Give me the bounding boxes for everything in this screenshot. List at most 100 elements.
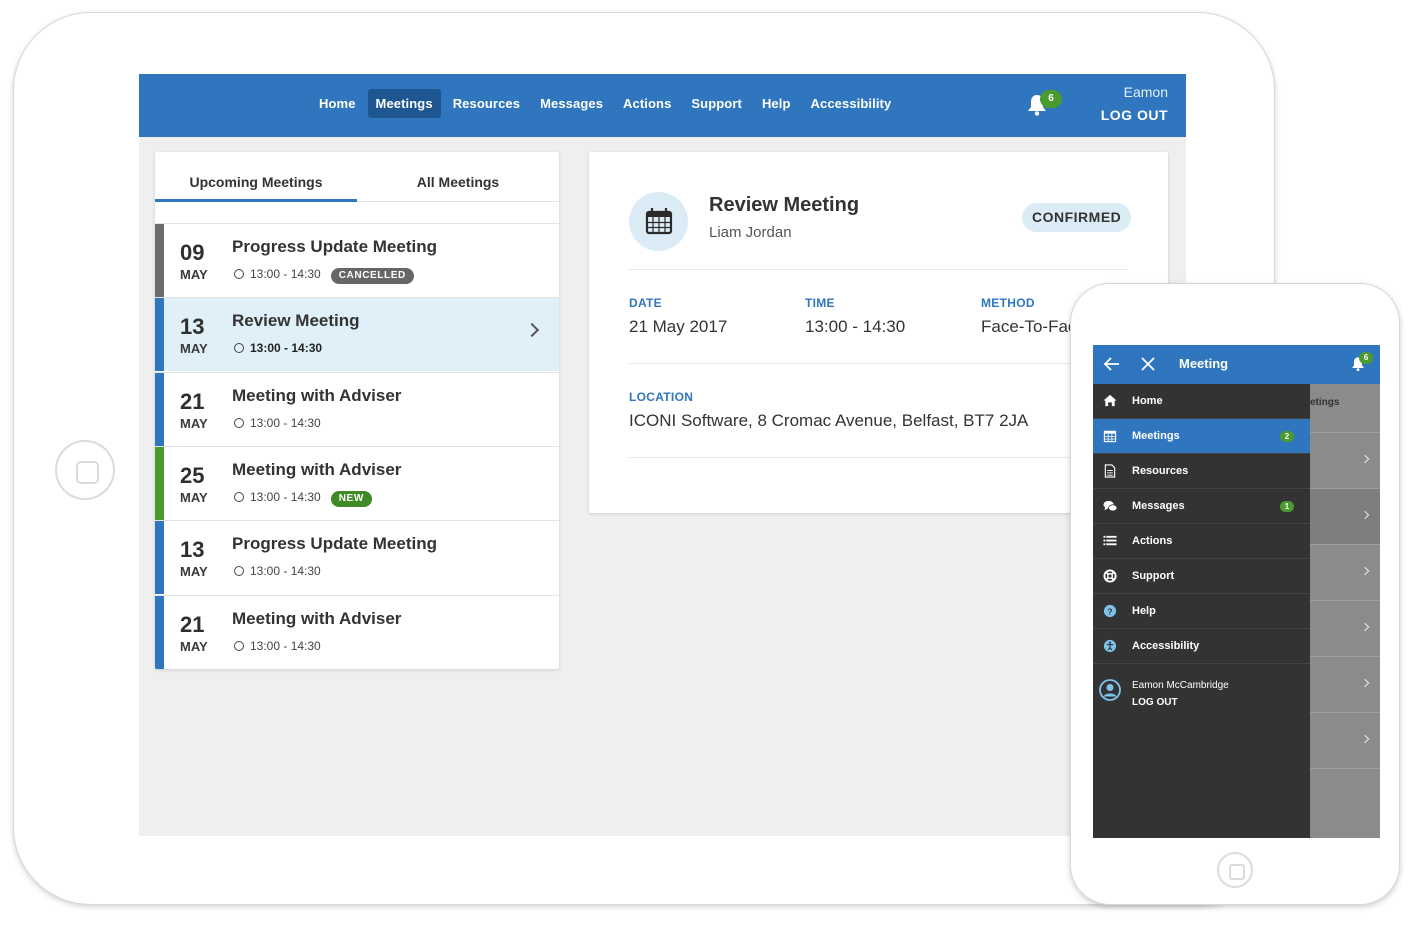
logout-link[interactable]: LOG OUT — [1101, 107, 1168, 123]
meeting-time: 13:00 - 14:30 — [234, 639, 321, 653]
tablet-home-button — [55, 440, 115, 500]
nav-messages[interactable]: Messages — [532, 89, 611, 118]
drawer-item-label: Support — [1132, 570, 1175, 582]
nav-support[interactable]: Support — [683, 89, 750, 118]
nav-help[interactable]: Help — [754, 89, 799, 118]
drawer-item-actions[interactable]: Actions — [1093, 524, 1310, 559]
svg-text:?: ? — [1107, 606, 1112, 616]
drawer-item-help[interactable]: ? Help — [1093, 594, 1310, 629]
status-stripe — [155, 372, 164, 446]
meeting-time-text: 13:00 - 14:30 — [250, 341, 323, 356]
divider — [629, 457, 1128, 458]
status-stripe — [155, 446, 164, 520]
nav-actions[interactable]: Actions — [615, 89, 679, 118]
calendar-icon — [1103, 430, 1117, 443]
time-value: 13:00 - 14:30 — [805, 317, 906, 336]
meeting-row[interactable]: 21 MAY Meeting with Adviser 13:00 - 14:30 — [155, 594, 559, 669]
meeting-time: 13:00 - 14:30 — [234, 341, 322, 355]
status-stripe — [155, 224, 164, 297]
background-row — [1310, 601, 1380, 657]
lifebuoy-icon — [1103, 569, 1117, 583]
date-label: DATE — [629, 296, 662, 310]
drawer-logout-link[interactable]: LOG OUT — [1132, 697, 1178, 708]
drawer-item-messages[interactable]: Messages 1 — [1093, 489, 1310, 524]
background-row — [1310, 545, 1380, 601]
nav-home[interactable]: Home — [311, 89, 364, 118]
meeting-month: MAY — [180, 341, 208, 357]
meeting-row[interactable]: 13 MAY Progress Update Meeting 13:00 - 14:3… — [155, 520, 559, 595]
location-label: LOCATION — [629, 390, 694, 404]
meeting-month: MAY — [180, 267, 208, 282]
nav-accessibility[interactable]: Accessibility — [803, 89, 900, 118]
mobile-header-title: Meeting — [1179, 356, 1229, 371]
meeting-row[interactable]: 09 MAY Progress Update Meeting 13:00 - 14:3… — [155, 223, 559, 297]
clock-icon — [234, 417, 244, 428]
phone-home-button — [1217, 852, 1253, 888]
nav-list: Home Meetings Resources Messages Actions… — [311, 89, 903, 118]
meeting-title: Meeting with Adviser — [232, 459, 402, 479]
status-badge: CONFIRMED — [1022, 203, 1132, 232]
meeting-day: 25 — [180, 462, 205, 488]
meeting-day: 13 — [180, 314, 205, 340]
status-stripe — [155, 298, 164, 372]
meeting-time-text: 13:00 - 14:30 — [250, 564, 321, 579]
document-icon — [1104, 464, 1116, 478]
meeting-time-text: 13:00 - 14:30 — [250, 267, 321, 281]
status-stripe — [155, 595, 164, 669]
meeting-row[interactable]: 25 MAY Meeting with Adviser 13:00 - 14:30 NE… — [155, 445, 559, 520]
meeting-row[interactable]: 13 MAY Review Meeting 13:00 - 14:30 — [155, 297, 559, 372]
drawer-item-badge: 2 — [1280, 431, 1294, 442]
meeting-month: MAY — [180, 415, 208, 431]
meeting-day: 09 — [180, 240, 205, 265]
meeting-title: Progress Update Meeting — [232, 534, 437, 554]
drawer-item-support[interactable]: Support — [1093, 559, 1310, 594]
meetings-tabs: Upcoming Meetings All Meetings — [155, 152, 559, 202]
mobile-header: Meeting 6 — [1093, 345, 1380, 384]
meeting-month: MAY — [180, 489, 208, 505]
drawer-item-label: Help — [1132, 605, 1156, 617]
mobile-screen: etings Meeting 6 Home Meetings 2 Resourc… — [1093, 345, 1380, 838]
meeting-day: 21 — [180, 611, 205, 637]
home-icon — [1103, 394, 1117, 407]
meetings-list-card: Upcoming Meetings All Meetings 09 MAY Prog… — [155, 152, 559, 669]
meeting-time-text: 13:00 - 14:30 — [250, 415, 321, 430]
close-icon[interactable] — [1140, 355, 1156, 373]
meeting-time: 13:00 - 14:30 NEW — [234, 490, 372, 507]
help-icon: ? — [1103, 604, 1117, 618]
meeting-month: MAY — [180, 564, 208, 580]
meeting-time: 13:00 - 14:30 — [234, 564, 321, 578]
meeting-badge: CANCELLED — [330, 268, 414, 284]
tab-upcoming-meetings[interactable]: Upcoming Meetings — [155, 152, 357, 202]
nav-resources[interactable]: Resources — [445, 89, 528, 118]
drawer-item-meetings[interactable]: Meetings 2 — [1093, 419, 1310, 454]
meeting-badge: NEW — [330, 490, 372, 507]
meeting-title: Meeting with Adviser — [232, 608, 402, 628]
meeting-day: 13 — [180, 537, 205, 563]
calendar-icon — [629, 192, 688, 251]
background-list: etings — [1310, 384, 1380, 838]
clock-icon — [234, 640, 244, 651]
drawer-item-home[interactable]: Home — [1093, 384, 1310, 419]
meeting-title: Progress Update Meeting — [232, 237, 437, 256]
user-name: Eamon — [1123, 84, 1168, 100]
method-label: METHOD — [981, 296, 1035, 310]
divider — [629, 269, 1128, 270]
divider — [629, 363, 1128, 364]
drawer-item-label: Actions — [1132, 535, 1173, 547]
drawer-item-resources[interactable]: Resources — [1093, 454, 1310, 489]
meeting-time-text: 13:00 - 14:30 — [250, 489, 321, 504]
background-row — [1310, 657, 1380, 713]
tab-all-meetings[interactable]: All Meetings — [357, 152, 559, 202]
accessibility-icon — [1103, 639, 1117, 653]
notification-badge: 6 — [1359, 352, 1373, 364]
meeting-row[interactable]: 21 MAY Meeting with Adviser 13:00 - 14:30 — [155, 371, 559, 446]
chevron-right-icon — [524, 323, 540, 338]
nav-meetings[interactable]: Meetings — [367, 89, 441, 118]
notification-badge: 6 — [1040, 90, 1062, 108]
clock-icon — [234, 269, 244, 279]
meeting-time-text: 13:00 - 14:30 — [250, 638, 321, 653]
drawer-item-label: Home — [1132, 395, 1163, 407]
drawer-item-accessibility[interactable]: Accessibility — [1093, 629, 1310, 664]
back-arrow-icon[interactable] — [1103, 355, 1121, 373]
meeting-day: 21 — [180, 388, 205, 414]
